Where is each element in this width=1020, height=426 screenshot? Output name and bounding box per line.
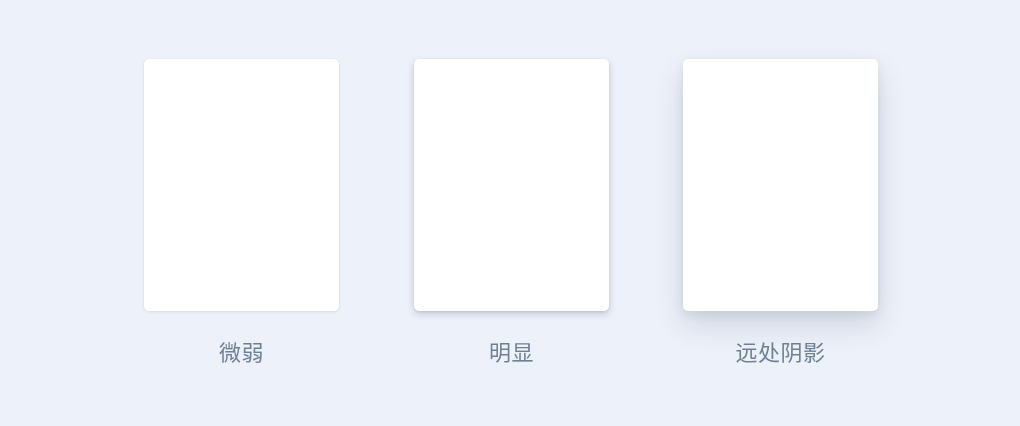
card-distant-shadow <box>683 59 878 311</box>
shadow-example-distant: 远处阴影 <box>683 59 878 371</box>
shadow-example-obvious: 明显 <box>414 59 609 371</box>
shadow-example-subtle: 微弱 <box>144 59 339 371</box>
card-subtle-shadow <box>144 59 339 311</box>
card-label-distant: 远处阴影 <box>735 342 826 367</box>
card-label-subtle: 微弱 <box>218 342 264 367</box>
card-obvious-shadow <box>414 59 609 311</box>
card-label-obvious: 明显 <box>488 342 534 367</box>
